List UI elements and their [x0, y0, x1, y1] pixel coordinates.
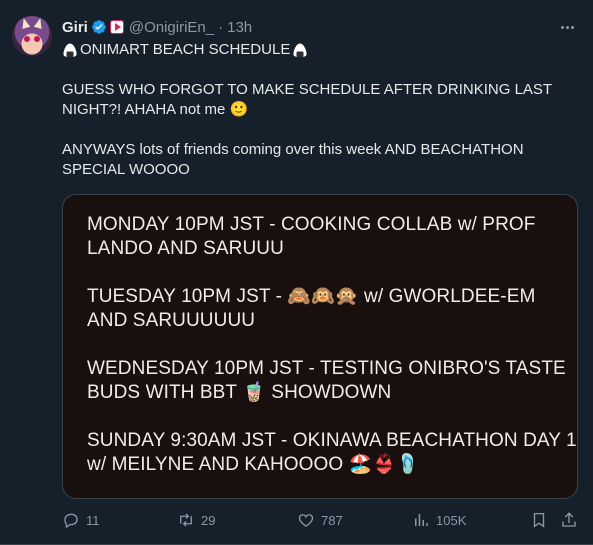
retweet-count: 29	[201, 512, 216, 528]
retweet-icon	[180, 513, 192, 527]
tweet-paragraph: ANYWAYS lots of friends coming over this…	[62, 141, 524, 178]
views-icon	[415, 514, 428, 526]
schedule-entry: WEDNESDAY 10PM JST - TESTING ONIBRO'S TA…	[87, 358, 566, 403]
avatar-eye-right	[34, 36, 40, 42]
tweet-text: ONIMART BEACH SCHEDULE GUESS WHO FORGOT …	[62, 40, 562, 180]
schedule-image[interactable]: MONDAY 10PM JST - COOKING COLLAB w/ PROF…	[62, 194, 578, 499]
tweet-title: ONIMART BEACH SCHEDULE	[80, 41, 291, 58]
display-name[interactable]: Giri	[62, 19, 88, 36]
verified-badge-icon	[92, 20, 106, 34]
timestamp[interactable]: 13h	[227, 19, 252, 36]
avatar-horn-right	[33, 17, 45, 29]
affiliate-badge-icon[interactable]	[109, 20, 124, 34]
avatar-horn-left	[19, 17, 31, 29]
retweet-button[interactable]: 29	[177, 511, 215, 529]
tweet-paragraph: GUESS WHO FORGOT TO MAKE SCHEDULE AFTER …	[62, 81, 552, 118]
reply-icon	[64, 513, 78, 529]
avatar[interactable]	[12, 16, 52, 56]
separator-dot: ·	[218, 18, 224, 36]
onigiri-icon	[293, 43, 307, 57]
avatar-eye-left	[24, 36, 30, 42]
schedule-entry: TUESDAY 10PM JST - 🙈🙉🙊 w/ GWORLDEE-EM AN…	[87, 286, 536, 331]
like-icon	[298, 514, 314, 527]
tweet[interactable]: Giri @OnigiriEn_ · 13h ONIMART BEACH SCH…	[0, 0, 593, 545]
views-button[interactable]: 105K	[412, 511, 466, 529]
reply-button[interactable]: 11	[62, 511, 100, 529]
share-button[interactable]	[560, 511, 578, 529]
like-button[interactable]: 787	[297, 511, 343, 529]
user-handle[interactable]: @OnigiriEn_	[129, 19, 214, 36]
bookmark-icon	[533, 512, 545, 528]
schedule-entry: MONDAY 10PM JST - COOKING COLLAB w/ PROF…	[87, 214, 536, 259]
tweet-header: Giri @OnigiriEn_ · 13h	[62, 17, 252, 37]
schedule-entry: SUNDAY 9:30AM JST - OKINAWA BEACHATHON D…	[87, 430, 577, 475]
bookmark-button[interactable]	[530, 511, 548, 529]
reply-count: 11	[86, 512, 100, 528]
onigiri-icon	[63, 43, 77, 57]
views-count: 105K	[436, 512, 467, 528]
more-icon[interactable]	[555, 17, 579, 37]
tweet-title-line: ONIMART BEACH SCHEDULE	[62, 40, 562, 60]
tweet-actions: 11 29 787 105K	[62, 511, 582, 533]
like-count: 787	[321, 512, 343, 528]
share-icon	[562, 512, 576, 527]
